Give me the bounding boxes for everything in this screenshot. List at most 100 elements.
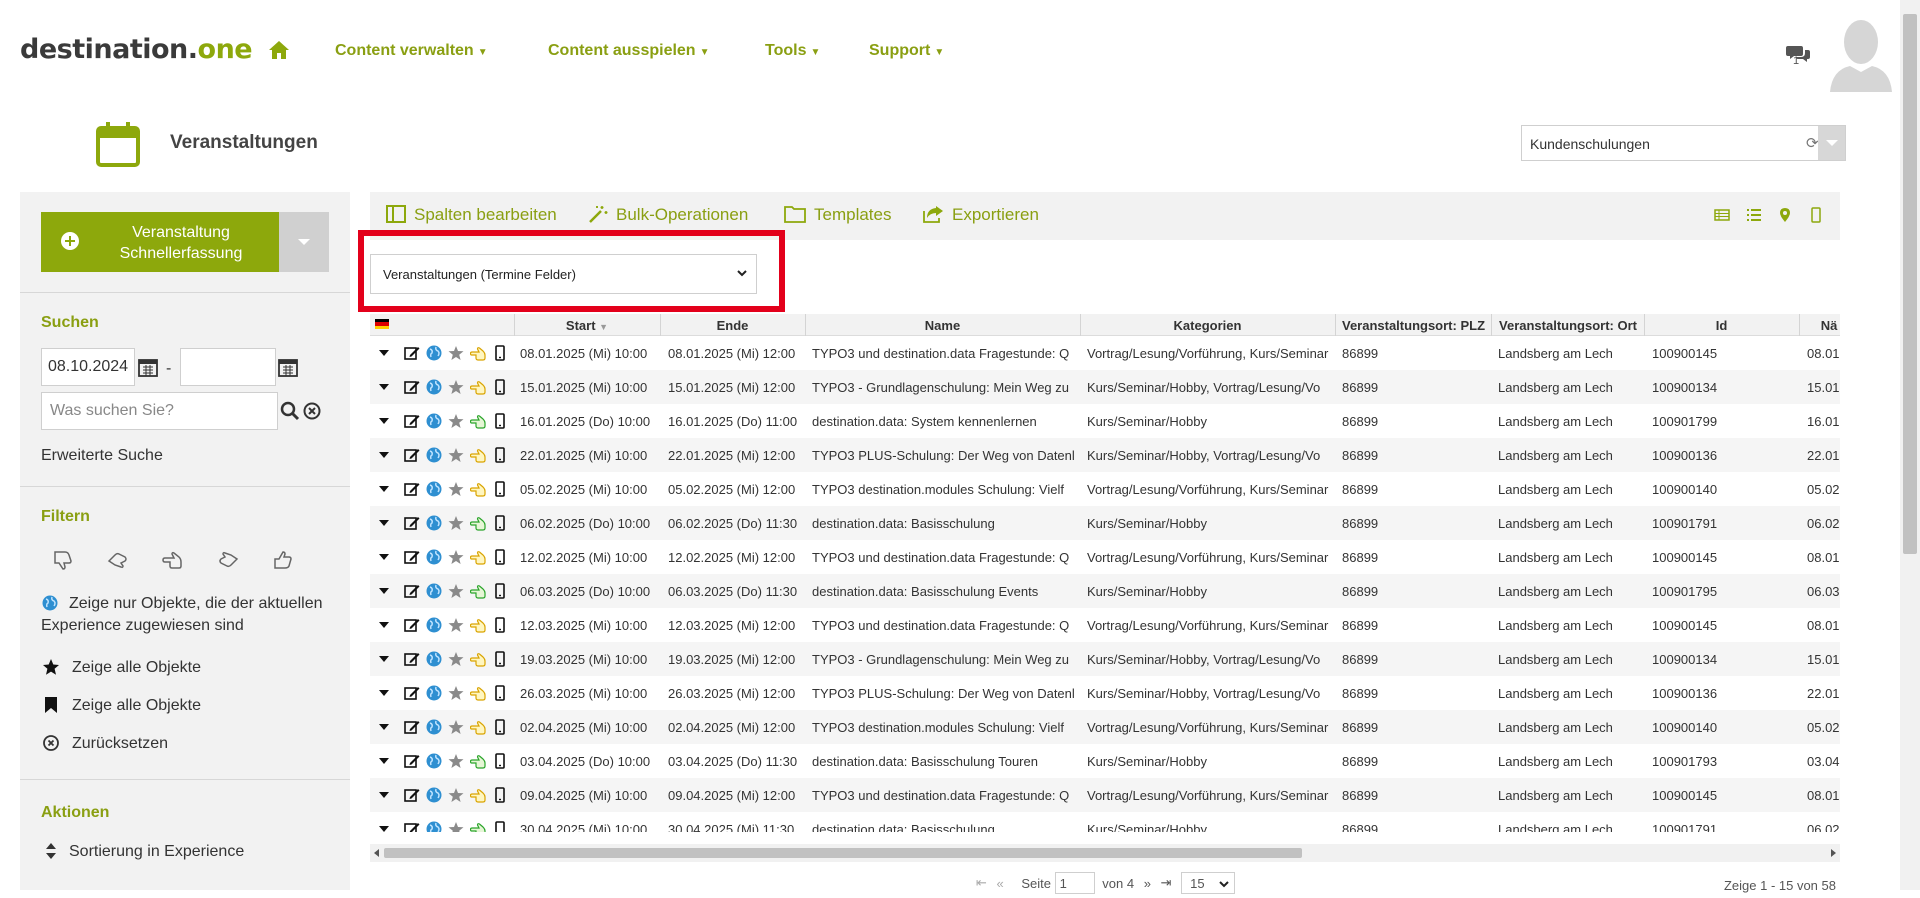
- mobile-icon[interactable]: [492, 719, 508, 735]
- scrollbar-thumb[interactable]: [1903, 14, 1917, 554]
- templates-button[interactable]: Templates: [784, 205, 891, 225]
- mobile-icon[interactable]: [492, 685, 508, 701]
- thumbs-up-icon[interactable]: [272, 549, 294, 571]
- flag-de-icon[interactable]: [375, 319, 389, 329]
- edit-icon[interactable]: [404, 787, 420, 803]
- globe-icon[interactable]: [426, 447, 442, 463]
- globe-icon[interactable]: [426, 583, 442, 599]
- globe-icon[interactable]: [426, 651, 442, 667]
- clear-search-icon[interactable]: [303, 402, 321, 420]
- column-header-categories[interactable]: Kategorien: [1080, 318, 1335, 333]
- calendar-picker-icon[interactable]: [138, 357, 158, 377]
- row-expand-icon[interactable]: [376, 651, 392, 667]
- edit-icon[interactable]: [404, 345, 420, 361]
- nav-content-verwalten[interactable]: Content verwalten ▼: [335, 42, 488, 60]
- vertical-scrollbar[interactable]: [1900, 0, 1920, 890]
- nav-tools[interactable]: Tools ▼: [765, 42, 820, 60]
- edit-icon[interactable]: [404, 753, 420, 769]
- scroll-left-arrow-icon[interactable]: [374, 849, 379, 857]
- edit-icon[interactable]: [404, 685, 420, 701]
- hand-green-icon[interactable]: [470, 583, 486, 599]
- edit-icon[interactable]: [404, 617, 420, 633]
- hand-yellow-icon[interactable]: [470, 549, 486, 565]
- table-row[interactable]: 02.04.2025 (Mi) 10:00 02.04.2025 (Mi) 12:…: [370, 710, 1840, 744]
- view-select[interactable]: Veranstaltungen (Termine Felder): [370, 254, 757, 294]
- sort-in-experience-link[interactable]: Sortierung in Experience: [69, 841, 244, 863]
- row-expand-icon[interactable]: [376, 481, 392, 497]
- star-icon[interactable]: [448, 787, 464, 803]
- row-expand-icon[interactable]: [376, 379, 392, 395]
- list-view-icon[interactable]: [1746, 207, 1762, 223]
- star-icon[interactable]: [448, 753, 464, 769]
- edit-icon[interactable]: [404, 413, 420, 429]
- hand-yellow-icon[interactable]: [470, 787, 486, 803]
- globe-icon[interactable]: [426, 685, 442, 701]
- bookmark-icon[interactable]: [44, 696, 58, 714]
- globe-icon[interactable]: [426, 515, 442, 531]
- filter-star-option[interactable]: Zeige alle Objekte: [72, 657, 201, 679]
- star-icon[interactable]: [42, 658, 60, 676]
- column-header-id[interactable]: Id: [1644, 318, 1799, 333]
- edit-icon[interactable]: [404, 821, 420, 832]
- mobile-icon[interactable]: [492, 549, 508, 565]
- hand-yellow-icon[interactable]: [470, 719, 486, 735]
- globe-icon[interactable]: [426, 481, 442, 497]
- edit-icon[interactable]: [404, 549, 420, 565]
- row-expand-icon[interactable]: [376, 685, 392, 701]
- mobile-icon[interactable]: [492, 345, 508, 361]
- mobile-icon[interactable]: [492, 651, 508, 667]
- row-expand-icon[interactable]: [376, 549, 392, 565]
- hand-yellow-icon[interactable]: [470, 379, 486, 395]
- table-row[interactable]: 09.04.2025 (Mi) 10:00 09.04.2025 (Mi) 12:…: [370, 778, 1840, 812]
- row-expand-icon[interactable]: [376, 345, 392, 361]
- hand-yellow-icon[interactable]: [470, 617, 486, 633]
- column-header-city[interactable]: Veranstaltungsort: Ort: [1492, 318, 1644, 333]
- hand-yellow-icon[interactable]: [470, 651, 486, 667]
- mobile-icon[interactable]: [492, 753, 508, 769]
- column-header-end[interactable]: Ende: [660, 318, 805, 333]
- quick-create-dropdown[interactable]: [279, 212, 329, 272]
- star-icon[interactable]: [448, 685, 464, 701]
- edit-icon[interactable]: [404, 719, 420, 735]
- next-page-icon[interactable]: »: [1144, 876, 1151, 891]
- row-expand-icon[interactable]: [376, 447, 392, 463]
- globe-icon[interactable]: [426, 617, 442, 633]
- mobile-view-icon[interactable]: [1808, 207, 1824, 223]
- hand-pointing-left-icon[interactable]: [162, 549, 184, 571]
- star-icon[interactable]: [448, 481, 464, 497]
- mobile-icon[interactable]: [492, 447, 508, 463]
- chevron-down-icon[interactable]: [1818, 126, 1845, 160]
- row-expand-icon[interactable]: [376, 583, 392, 599]
- mobile-icon[interactable]: [492, 515, 508, 531]
- page-number-input[interactable]: 1: [1054, 872, 1095, 894]
- refresh-icon[interactable]: ⟳: [1806, 134, 1819, 152]
- mobile-icon[interactable]: [492, 481, 508, 497]
- table-row[interactable]: 06.02.2025 (Do) 10:00 06.02.2025 (Do) 11:…: [370, 506, 1840, 540]
- hand-yellow-icon[interactable]: [470, 447, 486, 463]
- star-icon[interactable]: [448, 379, 464, 395]
- mobile-icon[interactable]: [492, 379, 508, 395]
- globe-icon[interactable]: [426, 345, 442, 361]
- table-row[interactable]: 12.03.2025 (Mi) 10:00 12.03.2025 (Mi) 12:…: [370, 608, 1840, 642]
- thumbs-down-left-icon[interactable]: [107, 549, 129, 571]
- first-page-icon[interactable]: ⇤: [976, 875, 987, 891]
- row-expand-icon[interactable]: [376, 821, 392, 832]
- brand-logo[interactable]: destination.one: [20, 34, 253, 65]
- table-row[interactable]: 08.01.2025 (Mi) 10:00 08.01.2025 (Mi) 12:…: [370, 336, 1840, 370]
- table-row[interactable]: 22.01.2025 (Mi) 10:00 22.01.2025 (Mi) 12:…: [370, 438, 1840, 472]
- filter-experience-option[interactable]: Zeige nur Objekte, die der aktuellen Exp…: [41, 593, 341, 637]
- table-view-icon[interactable]: [1714, 207, 1730, 223]
- row-expand-icon[interactable]: [376, 719, 392, 735]
- hand-yellow-icon[interactable]: [470, 345, 486, 361]
- hand-green-icon[interactable]: [470, 515, 486, 531]
- globe-icon[interactable]: [426, 719, 442, 735]
- table-row[interactable]: 05.02.2025 (Mi) 10:00 05.02.2025 (Mi) 12:…: [370, 472, 1840, 506]
- home-icon[interactable]: [268, 40, 290, 60]
- quick-create-event-button[interactable]: Veranstaltung Schnellerfassung: [41, 212, 279, 272]
- column-header-start[interactable]: Start ▼: [514, 318, 660, 333]
- hand-yellow-icon[interactable]: [470, 685, 486, 701]
- row-expand-icon[interactable]: [376, 753, 392, 769]
- star-icon[interactable]: [448, 413, 464, 429]
- date-to-input[interactable]: [180, 348, 276, 386]
- edit-icon[interactable]: [404, 515, 420, 531]
